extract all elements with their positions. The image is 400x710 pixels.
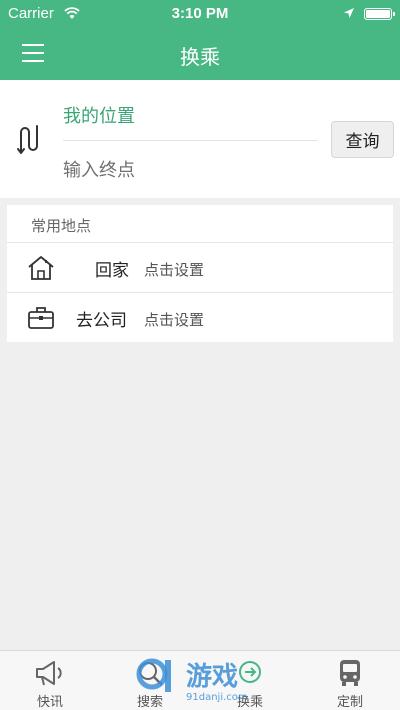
place-item-work[interactable]: 去公司 点击设置 [7, 293, 393, 342]
route-card: 我的位置 输入终点 查询 [0, 80, 400, 198]
tab-custom[interactable]: 定制 [300, 651, 400, 710]
place-name: 去公司 [76, 311, 127, 331]
tab-search[interactable]: 搜索 [100, 651, 200, 710]
nav-bar: 换乘 [0, 28, 400, 80]
place-item-home[interactable]: 回家 点击设置 [7, 243, 393, 292]
tab-news[interactable]: 快讯 [0, 651, 100, 710]
place-name: 回家 [95, 261, 129, 281]
frequent-places-card: 常用地点 回家 点击设置 去公司 点击设置 [7, 205, 393, 342]
divider [63, 140, 318, 141]
bus-icon [340, 660, 360, 686]
home-icon [28, 256, 54, 280]
page-title: 换乘 [180, 45, 220, 69]
section-title: 常用地点 [31, 217, 92, 235]
query-button[interactable]: 查询 [331, 121, 394, 158]
place-hint: 点击设置 [144, 261, 205, 279]
search-icon [139, 662, 163, 686]
transfer-icon [239, 661, 261, 683]
briefcase-icon [28, 307, 54, 329]
status-bar: Carrier 3:10 PM [0, 0, 400, 28]
tab-label: 搜索 [136, 695, 163, 710]
location-arrow-icon [344, 8, 354, 18]
place-hint: 点击设置 [144, 311, 205, 329]
tab-label: 换乘 [236, 695, 263, 710]
tab-transfer[interactable]: 换乘 [200, 651, 300, 710]
megaphone-icon [36, 661, 62, 686]
origin-field[interactable]: 我的位置 [63, 102, 135, 128]
destination-input[interactable]: 输入终点 [63, 156, 135, 182]
tab-bar: 快讯 搜索 换乘 定制 [0, 650, 400, 710]
tab-label: 快讯 [36, 695, 63, 710]
battery-icon [364, 8, 395, 20]
clock: 3:10 PM [171, 5, 229, 22]
tab-label: 定制 [336, 695, 363, 710]
route-swap-icon[interactable] [16, 124, 46, 154]
